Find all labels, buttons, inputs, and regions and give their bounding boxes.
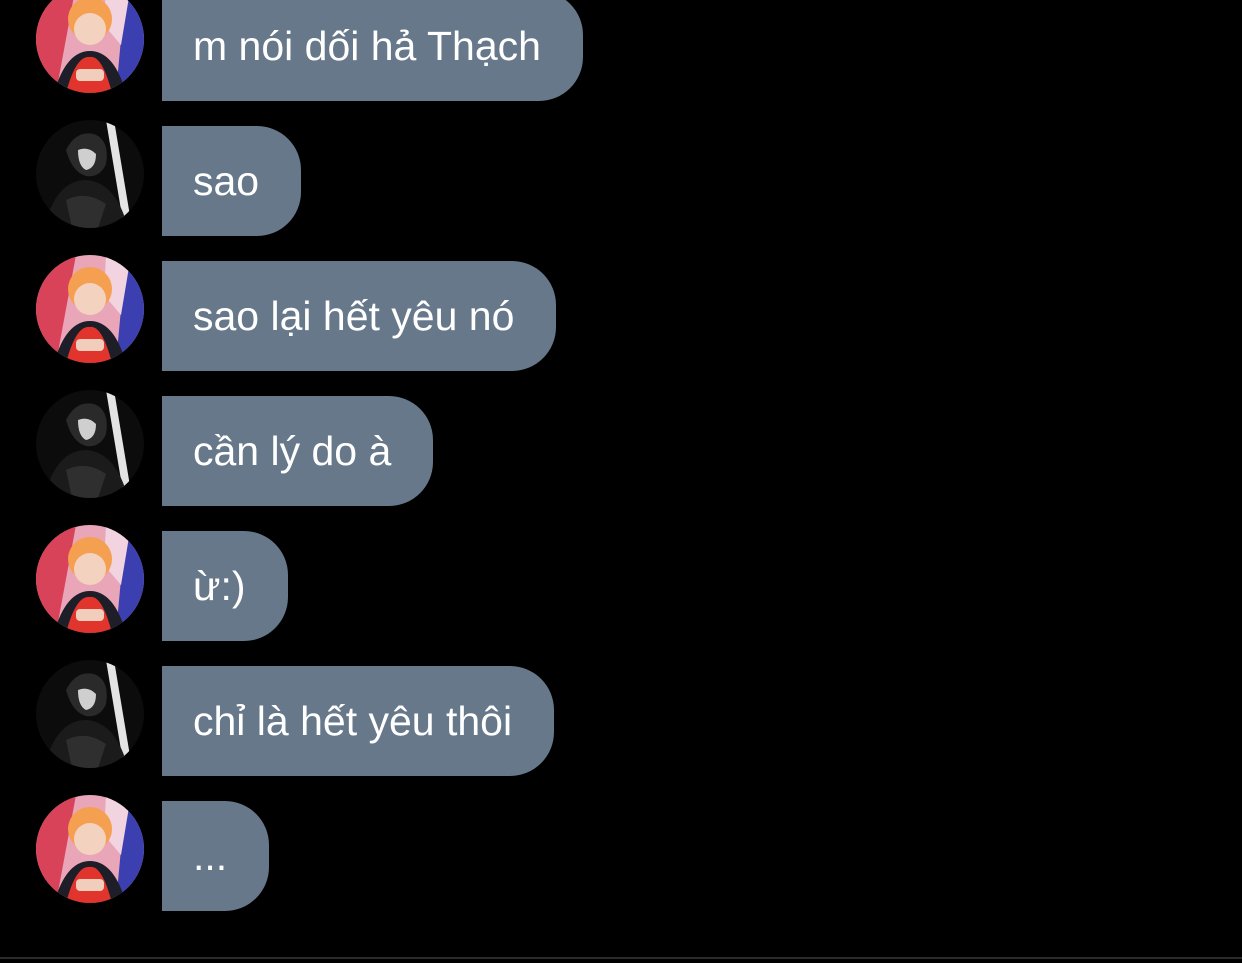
avatar-black-white-icon[interactable]	[36, 390, 144, 498]
message-bubble[interactable]: sao lại hết yêu nó	[162, 261, 557, 371]
avatar-red-hair-icon[interactable]	[36, 255, 144, 363]
message-row: sao lại hết yêu nó	[36, 261, 557, 371]
message-row: m nói dối hả Thạch	[36, 0, 583, 101]
avatar-black-white-icon[interactable]	[36, 660, 144, 768]
message-row: cần lý do à	[36, 396, 434, 506]
message-bubble[interactable]: chỉ là hết yêu thôi	[162, 666, 555, 776]
avatar-red-hair-icon[interactable]	[36, 0, 144, 93]
message-row: ừ:)	[36, 531, 288, 641]
avatar-red-hair-icon[interactable]	[36, 525, 144, 633]
message-row: sao	[36, 126, 302, 236]
message-row: ...	[36, 801, 270, 911]
message-row: chỉ là hết yêu thôi	[36, 666, 555, 776]
avatar-red-hair-icon[interactable]	[36, 795, 144, 903]
message-bubble[interactable]: cần lý do à	[162, 396, 434, 506]
message-bubble[interactable]: ừ:)	[162, 531, 288, 641]
message-bubble[interactable]: m nói dối hả Thạch	[162, 0, 583, 101]
divider	[0, 957, 1242, 959]
chat-thread: m nói dối hả Thạch sao sao lại hết yêu n…	[0, 0, 1242, 963]
message-bubble[interactable]: ...	[162, 801, 270, 911]
avatar-black-white-icon[interactable]	[36, 120, 144, 228]
message-bubble[interactable]: sao	[162, 126, 302, 236]
